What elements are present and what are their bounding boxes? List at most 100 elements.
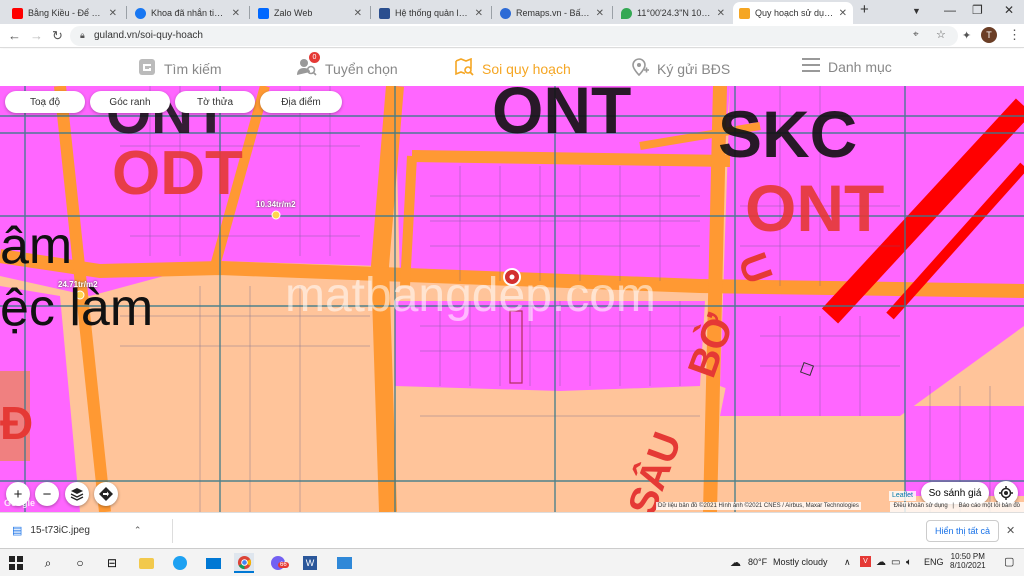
tab-title: Bằng Kiều - Để Nhớ Một — [28, 8, 105, 18]
price-label[interactable]: 10.34tr/m2 — [256, 200, 296, 209]
language-indicator[interactable]: ENG — [924, 557, 944, 567]
clock-date: 8/10/2021 — [950, 561, 986, 570]
onedrive-icon[interactable]: ☁︎ — [876, 557, 886, 568]
planning-map[interactable]: ONT ODT ONT SKC ONT âm ệc làm BỜ U SÂU Đ… — [0, 86, 1024, 512]
bookmark-star-icon[interactable]: ☆ — [936, 28, 946, 41]
new-tab-button[interactable]: + — [860, 1, 869, 18]
download-filename[interactable]: 15-t73iC.jpeg — [30, 525, 89, 536]
forward-icon[interactable]: → — [30, 28, 43, 43]
tab-google-maps[interactable]: 11°00'24.3"N 106°31' ✕ — [615, 2, 731, 24]
close-tab-icon[interactable]: ✕ — [109, 8, 117, 19]
vivaldi-tray-icon[interactable]: V — [860, 555, 871, 567]
lock-icon[interactable]: 🔒︎ — [80, 30, 85, 41]
chevron-up-icon[interactable]: ⌃ — [134, 525, 142, 536]
back-icon[interactable]: ← — [8, 28, 21, 43]
youtube-icon — [12, 7, 23, 19]
profile-avatar[interactable]: T — [981, 27, 997, 43]
volume-icon[interactable]: 🔈︎ — [906, 557, 912, 568]
map-search-icon — [455, 57, 474, 79]
cortana-icon[interactable]: ○ — [70, 553, 90, 573]
viber-icon[interactable]: 66 — [268, 553, 289, 573]
tab-real-estate-manager[interactable]: Hệ thống quản lý BĐS ✕ — [373, 2, 489, 24]
word-icon[interactable]: W — [300, 553, 320, 573]
photos-icon[interactable] — [334, 553, 354, 573]
tab-guland-active[interactable]: Quy hoạch sử dụng đất ✕ — [733, 2, 853, 24]
tab-title: Khoa đã nhắn tin cho bạn — [151, 8, 228, 18]
omnibox[interactable]: 🔒︎ guland.vn/soi-quy-hoach ⌖ ☆ — [70, 26, 958, 46]
crosshair-icon — [999, 486, 1013, 500]
close-window-icon[interactable]: ✕ — [1004, 3, 1014, 17]
minimize-icon[interactable]: — — [944, 3, 956, 17]
chart-icon — [379, 7, 390, 19]
close-tab-icon[interactable]: ✕ — [475, 8, 483, 19]
nav-label: Soi quy hoạch — [482, 60, 571, 77]
close-tab-icon[interactable]: ✕ — [232, 8, 240, 19]
close-downloads-icon[interactable]: ✕ — [1006, 524, 1015, 537]
tab-title: Remaps.vn - Bất động sản — [516, 8, 592, 18]
tab-remaps[interactable]: Remaps.vn - Bất động sản ✕ — [494, 2, 610, 24]
edge-icon[interactable] — [170, 553, 190, 573]
search-icon[interactable]: ⌕ — [38, 553, 58, 573]
tab-youtube[interactable]: Bằng Kiều - Để Nhớ Một ✕ — [6, 2, 123, 24]
notification-icon[interactable]: ▢ — [1004, 555, 1014, 568]
google-logo: Google — [4, 498, 35, 508]
zone-label-skc: SKC — [718, 97, 858, 171]
report-link[interactable]: Báo cáo một lỗi bản đồ — [959, 503, 1020, 509]
location-icon[interactable]: ⌖ — [913, 29, 919, 40]
filter-sheet-parcel[interactable]: Tờ thửa — [175, 91, 255, 113]
filter-coordinates[interactable]: Toạ độ — [5, 91, 85, 113]
address-toolbar: ← → ↻ 🔒︎ guland.vn/soi-quy-hoach ⌖ ☆ ✦ T… — [0, 24, 1024, 48]
download-item[interactable]: ▤ 15-t73iC.jpeg ⌃ — [12, 524, 141, 537]
browser-menu-icon[interactable]: ⋮ — [1008, 27, 1021, 43]
url-text[interactable]: guland.vn/soi-quy-hoach — [94, 30, 203, 41]
nav-consign[interactable]: Ký gửi BĐS — [631, 58, 730, 79]
filter-corner[interactable]: Góc ranh — [90, 91, 170, 113]
maximize-icon[interactable]: ❐ — [972, 3, 983, 17]
nav-label: Danh mục — [828, 58, 892, 75]
chrome-icon[interactable] — [234, 553, 254, 573]
network-icon[interactable]: ▭ — [891, 557, 900, 568]
close-tab-icon[interactable]: ✕ — [839, 8, 847, 19]
weather-desc[interactable]: Mostly cloudy — [773, 557, 828, 567]
search-logo-icon — [138, 58, 156, 79]
nav-planning[interactable]: Soi quy hoạch — [455, 57, 571, 79]
filter-place[interactable]: Địa điểm — [260, 91, 342, 113]
weather-temp[interactable]: 80°F — [748, 557, 767, 567]
nav-label: Ký gửi BĐS — [657, 60, 731, 77]
pin-plus-icon — [631, 58, 649, 79]
nav-label: Tìm kiếm — [164, 60, 222, 77]
reload-icon[interactable]: ↻ — [52, 28, 63, 44]
price-label[interactable]: 24.71tr/m2 — [58, 280, 98, 289]
tab-title: 11°00'24.3"N 106°31' — [637, 8, 713, 18]
file-icon: ▤ — [12, 525, 23, 537]
show-all-downloads-button[interactable]: Hiển thị tất cả — [926, 520, 999, 542]
extensions-icon[interactable]: ✦ — [962, 29, 971, 42]
zoom-out-button[interactable]: − — [35, 482, 59, 506]
nav-curated[interactable]: 0 Tuyển chọn — [297, 52, 398, 79]
tab-facebook[interactable]: Khoa đã nhắn tin cho bạn ✕ — [129, 2, 246, 24]
close-tab-icon[interactable]: ✕ — [596, 8, 604, 19]
tab-search-icon[interactable]: ▼ — [912, 6, 921, 16]
leaflet-attribution[interactable]: Leaflet — [888, 491, 916, 501]
residential-zone — [720, 306, 900, 416]
weather-icon[interactable]: ☁︎ — [730, 556, 741, 569]
file-explorer-icon[interactable] — [136, 553, 156, 573]
zone-label-ont-red: ONT — [745, 171, 885, 245]
close-tab-icon[interactable]: ✕ — [354, 8, 362, 19]
tab-title: Quy hoạch sử dụng đất — [755, 8, 835, 18]
clock[interactable]: 10:50 PM 8/10/2021 — [950, 552, 986, 570]
terms-link[interactable]: Điều khoản sử dụng — [894, 503, 948, 509]
nav-categories[interactable]: Danh mục — [802, 58, 892, 75]
directions-button[interactable] — [94, 482, 118, 506]
windows-taskbar: ⌕ ○ ⊟ 66 W ☁︎ 80°F Mostly cloudy ∧ V ☁︎ … — [0, 548, 1024, 576]
watermark: matbangdep.com — [285, 269, 656, 322]
close-tab-icon[interactable]: ✕ — [717, 8, 725, 19]
tray-chevron-icon[interactable]: ∧ — [844, 557, 851, 568]
mail-icon[interactable] — [203, 553, 223, 573]
compare-price-button[interactable]: So sánh giá — [921, 482, 989, 504]
tab-zalo[interactable]: Zalo Web ✕ — [252, 2, 368, 24]
windows-start-icon[interactable] — [6, 553, 26, 573]
nav-search[interactable]: Tìm kiếm — [138, 58, 222, 79]
task-view-icon[interactable]: ⊟ — [102, 553, 122, 573]
layers-button[interactable] — [65, 482, 89, 506]
